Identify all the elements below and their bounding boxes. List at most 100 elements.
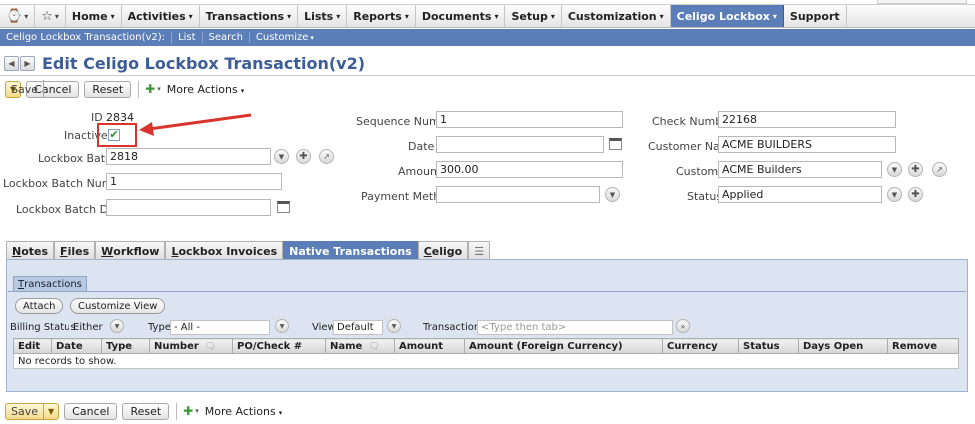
column-type[interactable]: Type <box>101 338 150 354</box>
payment-method-dropdown-icon[interactable]: ▼ <box>605 187 620 202</box>
tab-celigo[interactable]: Celigo <box>417 241 469 260</box>
status-field[interactable]: Applied <box>718 186 882 203</box>
column-name[interactable]: Name 🗨 <box>325 338 395 354</box>
payment-method-field[interactable] <box>436 186 600 203</box>
billing-status-dropdown-icon[interactable]: ▼ <box>110 319 124 333</box>
column-amount[interactable]: Amount <box>394 338 465 354</box>
recent-icon: ⌚ <box>6 8 23 24</box>
tab-menu-button[interactable]: ☰ <box>468 241 491 260</box>
chevron-down-icon: ▾ <box>240 86 245 95</box>
lockbox-batch-field[interactable]: 2818 <box>106 148 271 165</box>
reset-button[interactable]: Reset <box>122 402 170 420</box>
subtab-transactions[interactable]: Transactions <box>13 276 87 291</box>
tab-native-transactions[interactable]: Native Transactions <box>283 241 418 260</box>
toolbar-divider <box>176 402 178 420</box>
transaction-input[interactable]: <Type then tab> <box>477 320 673 335</box>
next-record-button[interactable]: ▶ <box>20 55 35 71</box>
chevron-down-icon[interactable]: ▾ <box>195 407 199 415</box>
subnav-customize-menu[interactable]: Customize ▾ <box>250 32 320 44</box>
transactions-table: Edit Date Type Number 🗨 PO/Check # Name 🗨 … <box>13 338 959 369</box>
column-amount-foreign[interactable]: Amount (Foreign Currency) <box>464 338 663 354</box>
date-field[interactable] <box>436 136 604 153</box>
save-button[interactable]: Save ▼ <box>5 80 45 98</box>
billing-status-field[interactable]: Either <box>69 320 109 335</box>
recent-records-button[interactable]: ⌚ ▾ <box>0 5 36 27</box>
chevron-down-icon: ▾ <box>659 11 664 21</box>
lockbox-batch-number-field[interactable]: 1 <box>106 173 282 190</box>
shortcuts-button[interactable]: ☆ ▾ <box>35 5 66 27</box>
new-record-icon[interactable]: ✚ <box>145 82 155 96</box>
view-field[interactable]: Default <box>333 320 383 335</box>
attach-button[interactable]: Attach <box>15 298 64 314</box>
more-actions-menu[interactable]: More Actions ▾ <box>205 405 282 418</box>
column-edit[interactable]: Edit <box>13 338 52 354</box>
column-date[interactable]: Date <box>51 338 102 354</box>
previous-record-button[interactable]: ◀ <box>4 55 19 71</box>
title-divider <box>0 75 975 76</box>
nav-activities[interactable]: Activities ▾ <box>122 5 200 27</box>
lockbox-batch-date-field[interactable] <box>106 199 271 216</box>
nav-lists[interactable]: Lists ▾ <box>298 5 348 27</box>
column-days-open[interactable]: Days Open <box>798 338 888 354</box>
status-label: Status <box>687 190 723 203</box>
calendar-icon[interactable] <box>609 138 622 150</box>
customize-view-button[interactable]: Customize View <box>70 298 166 314</box>
double-chevron-right-icon[interactable]: » <box>676 319 690 333</box>
tab-workflow[interactable]: Workflow <box>95 241 166 260</box>
customer-add-icon[interactable]: ✚ <box>908 162 923 177</box>
chevron-down-icon: ▾ <box>188 11 193 21</box>
column-remove[interactable]: Remove <box>887 338 959 354</box>
lockbox-batch-add-icon[interactable]: ✚ <box>296 149 311 164</box>
amount-field[interactable]: 300.00 <box>436 161 623 178</box>
sequence-number-field[interactable]: 1 <box>436 111 623 128</box>
tab-notes[interactable]: Notes <box>6 241 55 260</box>
subtabs: Notes Files Workflow Lockbox Invoices Na… <box>6 241 491 260</box>
transaction-label: Transaction <box>423 322 481 333</box>
check-number-field[interactable]: 22168 <box>718 111 896 128</box>
nav-celigo-lockbox[interactable]: Celigo Lockbox ▾ <box>670 5 784 27</box>
nav-home[interactable]: Home ▾ <box>66 5 122 27</box>
status-add-icon[interactable]: ✚ <box>908 187 923 202</box>
date-label: Date <box>408 140 435 153</box>
title-bar: ◀ ▶ Edit Celigo Lockbox Transaction(v2) <box>4 53 365 73</box>
nav-customization[interactable]: Customization ▾ <box>562 5 671 27</box>
nav-reports[interactable]: Reports ▾ <box>347 5 416 27</box>
chevron-down-icon: ▾ <box>287 11 292 21</box>
nav-documents[interactable]: Documents ▾ <box>416 5 506 27</box>
list-icon: ☰ <box>474 244 485 258</box>
chevron-down-icon[interactable]: ▼ <box>44 407 58 416</box>
customer-field[interactable]: ACME Builders <box>718 161 882 178</box>
subnav-search-link[interactable]: Search <box>203 32 250 43</box>
calendar-icon[interactable] <box>277 201 290 213</box>
subnav-record-type: Celigo Lockbox Transaction(v2): <box>6 32 173 43</box>
nav-transactions[interactable]: Transactions ▾ <box>200 5 299 27</box>
customer-dropdown-icon[interactable]: ▼ <box>887 162 902 177</box>
cancel-button[interactable]: Cancel <box>64 402 118 420</box>
chevron-down-icon[interactable]: ▾ <box>157 85 161 93</box>
column-number[interactable]: Number 🗨 <box>149 338 233 354</box>
column-po-check[interactable]: PO/Check # <box>232 338 326 354</box>
type-dropdown-icon[interactable]: ▼ <box>275 319 289 333</box>
subnav-list-link[interactable]: List <box>172 32 203 43</box>
nav-support[interactable]: Support <box>784 5 847 27</box>
top-button-bar: Save ▼ Cancel Reset ✚ ▾ More Actions ▾ <box>5 80 244 98</box>
save-button[interactable]: Save ▼ <box>5 402 60 420</box>
customer-name-field[interactable]: ACME BUILDERS <box>718 136 896 153</box>
customer-open-icon[interactable]: ↗ <box>932 162 947 177</box>
tab-lockbox-invoices[interactable]: Lockbox Invoices <box>165 241 284 260</box>
nav-setup[interactable]: Setup ▾ <box>505 5 562 27</box>
lockbox-batch-dropdown-icon[interactable]: ▼ <box>274 149 289 164</box>
more-actions-menu[interactable]: More Actions ▾ <box>167 83 244 96</box>
billing-status-label: Billing Status <box>10 322 76 333</box>
reset-button[interactable]: Reset <box>84 80 132 98</box>
status-dropdown-icon[interactable]: ▼ <box>887 187 902 202</box>
top-nav: ⌚ ▾ ☆ ▾ Home ▾ Activities ▾ Transactions ▾ Li… <box>0 4 975 28</box>
column-status[interactable]: Status <box>738 338 799 354</box>
column-currency[interactable]: Currency <box>662 338 739 354</box>
chevron-down-icon: ▾ <box>310 33 314 42</box>
type-field[interactable]: - All - <box>170 320 270 335</box>
new-record-icon[interactable]: ✚ <box>183 404 193 418</box>
lockbox-batch-open-icon[interactable]: ↗ <box>319 149 334 164</box>
tab-files[interactable]: Files <box>54 241 96 260</box>
view-dropdown-icon[interactable]: ▼ <box>387 319 401 333</box>
